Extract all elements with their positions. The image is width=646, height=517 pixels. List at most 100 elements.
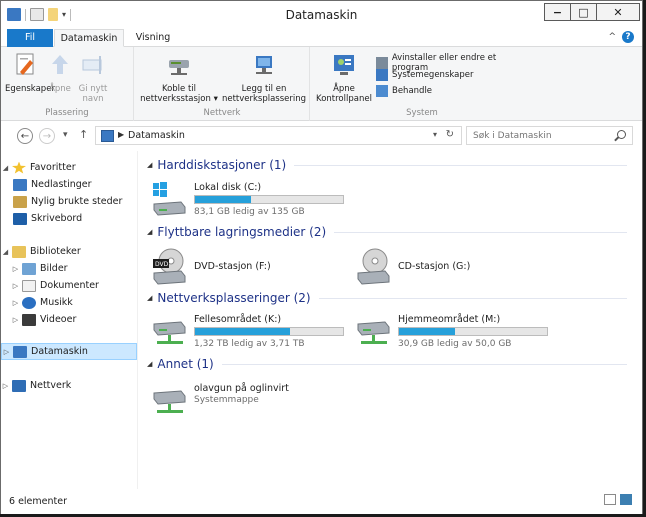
expand-icon[interactable]: ▷ xyxy=(2,348,11,356)
recent-places-icon xyxy=(13,195,27,208)
nav-item-downloads[interactable]: Nedlastinger xyxy=(1,176,137,193)
dvd-drive-icon: DVD xyxy=(153,248,186,285)
nav-item-network[interactable]: ▷ Nettverk xyxy=(1,377,137,394)
network-icon xyxy=(12,379,26,392)
forward-button[interactable]: → xyxy=(39,128,55,144)
drive-name: Fellesområdet (K:) xyxy=(194,314,282,325)
expand-icon[interactable]: ▷ xyxy=(1,382,10,390)
open-arrow-icon xyxy=(52,55,68,74)
music-icon xyxy=(22,296,36,309)
manage-icon xyxy=(376,85,388,97)
pictures-icon xyxy=(22,262,36,275)
explorer-window: ▾ Datamaskin − □ ✕ Fil Datamaskin Visnin… xyxy=(0,0,643,514)
breadcrumb-separator-icon[interactable]: ▶ xyxy=(118,130,124,139)
group-header-network[interactable]: ◢ Nettverksplasseringer (2) xyxy=(147,290,627,306)
map-network-drive-button[interactable]: Koble til nettverksstasjon ▾ xyxy=(139,52,219,104)
group-system: Åpne Kontrollpanel Avinstaller eller end… xyxy=(311,47,533,121)
drive-free-space: 83,1 GB ledig av 135 GB xyxy=(194,207,305,217)
nav-item-recent-places[interactable]: Nylig brukte steder xyxy=(1,193,137,210)
group-header-hdd[interactable]: ◢ Harddiskstasjoner (1) xyxy=(147,157,627,173)
documents-icon xyxy=(22,279,36,292)
details-view-icon[interactable] xyxy=(604,494,616,505)
collapse-ribbon-icon[interactable]: ^ xyxy=(608,32,616,42)
nav-item-libraries[interactable]: ◢ Biblioteker xyxy=(1,243,137,260)
rename-button[interactable]: Gi nytt navn xyxy=(75,52,111,104)
collapse-group-icon[interactable]: ◢ xyxy=(147,161,152,169)
nav-item-videos[interactable]: ▷ Videoer xyxy=(1,311,137,328)
open-control-panel-button[interactable]: Åpne Kontrollpanel xyxy=(313,52,375,104)
status-bar: 6 elementer xyxy=(1,489,642,514)
nav-item-pictures[interactable]: ▷ Bilder xyxy=(1,260,137,277)
up-button[interactable]: ↑ xyxy=(79,128,88,141)
refresh-icon[interactable]: ↻ xyxy=(446,129,454,140)
close-button[interactable]: ✕ xyxy=(596,3,640,21)
back-button[interactable]: ← xyxy=(17,128,33,144)
system-folder-olavgun[interactable]: olavgun på oglinvirt Systemmappe xyxy=(151,381,351,425)
star-icon xyxy=(12,161,26,174)
tab-file[interactable]: Fil xyxy=(7,29,53,47)
expand-icon[interactable]: ▷ xyxy=(11,282,20,290)
nav-item-computer[interactable]: ▷ Datamaskin xyxy=(1,343,137,360)
drive-g[interactable]: CD-stasjon (G:) xyxy=(355,247,555,291)
group-header-other[interactable]: ◢ Annet (1) xyxy=(147,356,627,372)
add-network-location-button[interactable]: Legg til en nettverksplassering xyxy=(221,52,307,104)
drive-m[interactable]: Hjemmeområdet (M:) 30,9 GB ledig av 50,0… xyxy=(355,312,555,356)
maximize-button[interactable]: □ xyxy=(570,3,597,21)
drive-usage-bar xyxy=(398,327,548,336)
address-dropdown-icon[interactable]: ▾ xyxy=(433,130,437,139)
search-icon[interactable] xyxy=(617,130,626,139)
tiles-view-icon[interactable] xyxy=(620,494,632,505)
windows-drive-icon xyxy=(153,182,186,216)
collapse-group-icon[interactable]: ◢ xyxy=(147,228,152,236)
drive-name: CD-stasjon (G:) xyxy=(398,261,471,272)
help-icon[interactable]: ? xyxy=(622,31,634,43)
expand-icon[interactable]: ▷ xyxy=(11,265,20,273)
nav-item-favorites[interactable]: ◢ Favoritter xyxy=(1,159,137,176)
recent-locations-icon[interactable]: ▾ xyxy=(63,130,68,140)
network-location-icon xyxy=(256,56,272,74)
minimize-button[interactable]: − xyxy=(544,3,571,21)
address-row: ← → ▾ ↑ ▶ Datamaskin ▾ ↻ xyxy=(1,122,642,150)
open-button[interactable]: Åpne xyxy=(46,52,74,94)
breadcrumb[interactable]: Datamaskin xyxy=(128,130,185,141)
item-count: 6 elementer xyxy=(9,496,67,507)
downloads-folder-icon xyxy=(13,178,27,191)
collapse-icon[interactable]: ◢ xyxy=(1,248,10,256)
collapse-group-icon[interactable]: ◢ xyxy=(147,294,152,302)
videos-icon xyxy=(22,313,36,326)
tab-computer[interactable]: Datamaskin xyxy=(54,29,124,47)
collapse-icon[interactable]: ◢ xyxy=(1,164,10,172)
drive-name: DVD-stasjon (F:) xyxy=(194,261,271,272)
expand-icon[interactable]: ▷ xyxy=(11,316,20,324)
drive-k[interactable]: Fellesområdet (K:) 1,32 TB ledig av 3,71… xyxy=(151,312,351,356)
group-network: Koble til nettverksstasjon ▾ Legg til en… xyxy=(135,47,310,121)
properties-button[interactable]: Egenskaper xyxy=(5,52,55,94)
search-input[interactable] xyxy=(467,127,607,144)
group-location: Egenskaper Åpne Gi nytt navn Plassering xyxy=(1,47,134,121)
folder-name: olavgun på oglinvirt xyxy=(194,383,289,394)
libraries-icon xyxy=(12,245,26,258)
collapse-group-icon[interactable]: ◢ xyxy=(147,360,152,368)
drive-free-space: 1,32 TB ledig av 3,71 TB xyxy=(194,339,305,349)
group-header-removable[interactable]: ◢ Flyttbare lagringsmedier (2) xyxy=(147,224,627,240)
control-panel-icon xyxy=(334,55,354,75)
folder-type: Systemmappe xyxy=(194,395,259,405)
drive-c[interactable]: Lokal disk (C:) 83,1 GB ledig av 135 GB xyxy=(151,180,351,224)
group-label-system: System xyxy=(406,108,438,118)
drive-usage-bar xyxy=(194,327,344,336)
system-properties-button[interactable]: Systemegenskaper xyxy=(376,69,473,81)
network-drive-icon xyxy=(357,321,390,344)
nav-item-documents[interactable]: ▷ Dokumenter xyxy=(1,277,137,294)
uninstall-icon xyxy=(376,57,388,69)
address-bar[interactable]: ▶ Datamaskin ▾ ↻ xyxy=(95,126,462,145)
drive-f[interactable]: DVD DVD-stasjon (F:) xyxy=(151,247,351,291)
search-box[interactable] xyxy=(466,126,633,145)
navigation-pane: ◢ Favoritter Nedlastinger Nylig brukte s… xyxy=(1,151,138,489)
nav-item-desktop[interactable]: Skrivebord xyxy=(1,210,137,227)
tab-view[interactable]: Visning xyxy=(127,29,179,47)
svg-text:DVD: DVD xyxy=(155,261,169,268)
manage-button[interactable]: Behandle xyxy=(376,85,432,97)
expand-icon[interactable]: ▷ xyxy=(11,299,20,307)
drive-usage-bar xyxy=(194,195,344,204)
nav-item-music[interactable]: ▷ Musikk xyxy=(1,294,137,311)
